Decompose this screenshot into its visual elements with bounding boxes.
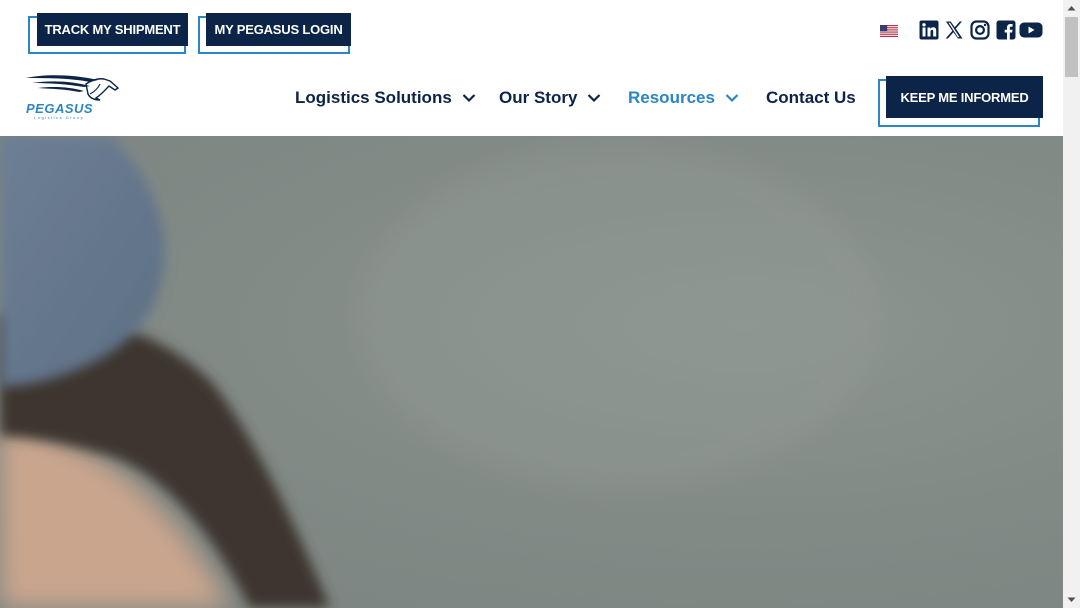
my-pegasus-login-button[interactable]: MY PEGASUS LOGIN: [198, 13, 354, 55]
logo-wordmark: PEGASUS: [26, 101, 94, 116]
chevron-down-icon: [588, 94, 601, 103]
nav-resources[interactable]: Resources: [628, 86, 739, 110]
nav-logistics-solutions-label: Logistics Solutions: [295, 88, 452, 107]
x-icon[interactable]: [944, 20, 964, 40]
my-pegasus-login-label: MY PEGASUS LOGIN: [206, 13, 351, 46]
instagram-icon[interactable]: [970, 20, 990, 40]
hero-photo-illustration: [0, 136, 880, 608]
chevron-down-icon: [462, 94, 476, 103]
hero-image: [0, 136, 1063, 608]
youtube-icon[interactable]: [1019, 20, 1043, 40]
nav-logistics-solutions[interactable]: Logistics Solutions: [295, 86, 476, 110]
site-header: TRACK MY SHIPMENT MY PEGASUS LOGIN PEGAS…: [0, 0, 1063, 136]
nav-contact-us[interactable]: Contact Us: [766, 86, 856, 110]
page-scrollbar[interactable]: [1063, 0, 1080, 608]
track-my-shipment-button[interactable]: TRACK MY SHIPMENT: [28, 13, 190, 55]
track-my-shipment-label: TRACK MY SHIPMENT: [37, 13, 188, 46]
nav-our-story[interactable]: Our Story: [499, 86, 601, 110]
scrollbar-thumb[interactable]: [1065, 17, 1078, 77]
keep-me-informed-label: KEEP ME INFORMED: [886, 76, 1043, 118]
scroll-up-arrow-icon[interactable]: [1063, 0, 1080, 17]
linkedin-icon[interactable]: [919, 20, 939, 40]
logo-tagline: Logistics Group: [34, 115, 85, 120]
nav-contact-us-label: Contact Us: [766, 88, 856, 107]
scroll-down-arrow-icon[interactable]: [1063, 591, 1080, 608]
us-flag-icon[interactable]: [880, 25, 898, 37]
keep-me-informed-button[interactable]: KEEP ME INFORMED: [878, 76, 1046, 128]
nav-resources-label: Resources: [628, 88, 715, 107]
nav-our-story-label: Our Story: [499, 88, 578, 107]
chevron-down-icon: [725, 94, 739, 103]
facebook-icon[interactable]: [996, 20, 1016, 40]
